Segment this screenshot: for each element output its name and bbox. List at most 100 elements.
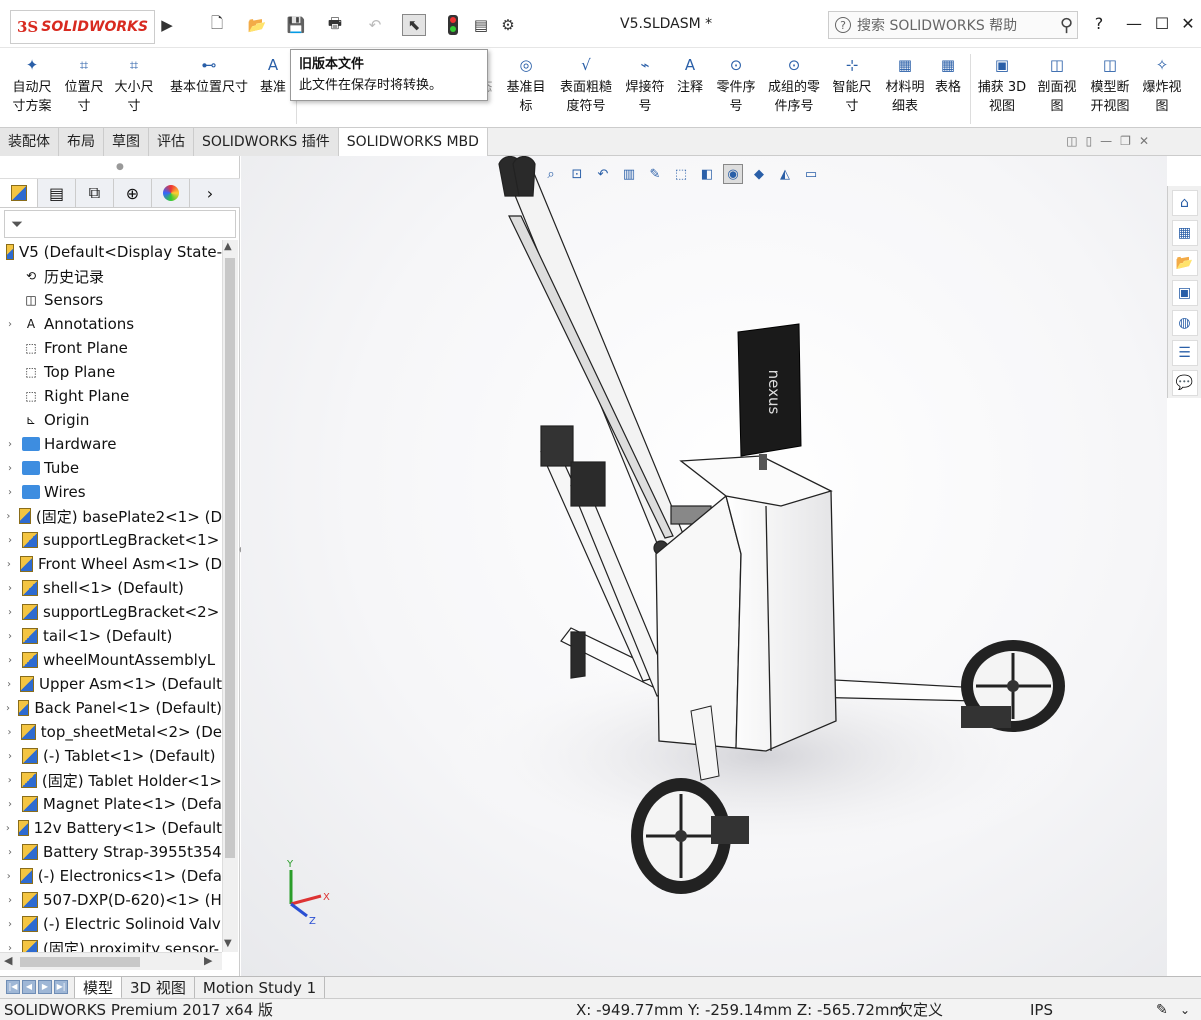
tree-item[interactable]: ⬚ Top Plane	[0, 360, 222, 384]
expand-arrow-icon[interactable]: ›	[4, 823, 12, 834]
tab-3d-views[interactable]: 3D 视图	[122, 977, 195, 999]
search-icon[interactable]: ⚲	[1060, 15, 1073, 36]
select-pointer-icon[interactable]: ⬉	[402, 14, 426, 36]
expand-arrow-icon[interactable]: ›	[4, 799, 16, 810]
weld-symbol-button[interactable]: ⌁ 焊接符号	[622, 54, 668, 124]
dimxpert-tab-icon[interactable]: ⊕	[114, 179, 152, 207]
solidworks-resources-home-icon[interactable]: ⌂	[1171, 190, 1198, 216]
tree-item[interactable]: › shell<1> (Default)	[0, 576, 222, 600]
first-tab-icon[interactable]: |◀	[6, 980, 20, 994]
expand-arrow-icon[interactable]: ›	[4, 919, 16, 930]
tree-item[interactable]: ◫ Sensors	[0, 288, 222, 312]
smart-dimension-button[interactable]: ⊹ 智能尺寸	[830, 54, 874, 124]
expand-arrow-icon[interactable]: ›	[4, 439, 16, 450]
tree-root-assembly[interactable]: V5 (Default<Display State-	[0, 240, 222, 264]
tree-item[interactable]: › Battery Strap-3955t354	[0, 840, 222, 864]
tab-addins[interactable]: SOLIDWORKS 插件	[194, 128, 339, 156]
expand-arrow-icon[interactable]: ›	[4, 703, 12, 714]
pane-tile-icon[interactable]: ▯	[1086, 134, 1093, 148]
pane-maximize-icon[interactable]: ❐	[1120, 134, 1131, 148]
exploded-view-button[interactable]: ✧ 爆炸视图	[1138, 54, 1186, 124]
tree-item[interactable]: › (-) Electric Solinoid Valv	[0, 912, 222, 936]
expand-arrow-icon[interactable]: ›	[4, 511, 13, 522]
save-icon[interactable]: 💾	[284, 14, 308, 36]
tables-button[interactable]: ▦ 表格	[932, 54, 964, 124]
display-manager-tab-icon[interactable]	[152, 179, 190, 207]
tree-item[interactable]: › Front Wheel Asm<1> (D	[0, 552, 222, 576]
tree-item[interactable]: › Back Panel<1> (Default)	[0, 696, 222, 720]
tree-item[interactable]: ⟲ 历史记录	[0, 264, 222, 288]
pane-minimize-icon[interactable]: —	[1100, 134, 1112, 148]
close-button[interactable]: ✕	[1176, 12, 1200, 36]
datum-target-button[interactable]: ◎ 基准目标	[503, 54, 549, 124]
property-manager-tab-icon[interactable]: ▤	[38, 179, 76, 207]
prev-tab-icon[interactable]: ◀	[22, 980, 36, 994]
tree-filter[interactable]: ⏷	[4, 210, 236, 238]
expand-arrow-icon[interactable]: ›	[4, 607, 16, 618]
expand-arrow-icon[interactable]: ›	[4, 487, 16, 498]
help-search-box[interactable]: ? 搜索 SOLIDWORKS 帮助 ⚲	[828, 11, 1078, 39]
new-document-icon[interactable]: 🗋	[206, 14, 228, 36]
design-library-icon[interactable]: ▦	[1171, 220, 1198, 246]
tree-item[interactable]: › top_sheetMetal<2> (De	[0, 720, 222, 744]
rebuild-status-icon[interactable]: ✎	[1156, 999, 1168, 1020]
tree-item[interactable]: › 12v Battery<1> (Default	[0, 816, 222, 840]
tree-item[interactable]: › (-) Tablet<1> (Default)	[0, 744, 222, 768]
tree-item[interactable]: ⊾ Origin	[0, 408, 222, 432]
options-gear-icon[interactable]: ⚙	[496, 14, 520, 36]
print-icon[interactable]: 🖶	[322, 14, 348, 36]
tree-item[interactable]: › Hardware	[0, 432, 222, 456]
undo-icon[interactable]: ↶	[362, 14, 388, 36]
unit-dropdown-chevron-icon[interactable]: ⌄	[1180, 999, 1190, 1020]
tab-model[interactable]: 模型	[75, 977, 123, 999]
tree-item[interactable]: › Upper Asm<1> (Default	[0, 672, 222, 696]
forum-icon[interactable]: 💬	[1171, 370, 1198, 396]
auto-dimension-scheme-button[interactable]: ✦ 自动尺 寸方案	[8, 54, 56, 124]
minimize-button[interactable]: —	[1122, 12, 1146, 36]
expand-arrow-icon[interactable]: ›	[4, 583, 16, 594]
configuration-manager-tab-icon[interactable]: ⧉	[76, 179, 114, 207]
custom-properties-icon[interactable]: ☰	[1171, 340, 1198, 366]
tree-item[interactable]: › (固定) basePlate2<1> (D	[0, 504, 222, 528]
horizontal-scroll-thumb[interactable]	[20, 957, 140, 967]
menu-expand-icon[interactable]: ▶	[160, 14, 174, 36]
tab-evaluate[interactable]: 评估	[149, 128, 194, 156]
expand-arrow-icon[interactable]: ›	[4, 463, 16, 474]
expand-arrow-icon[interactable]: ›	[4, 751, 16, 762]
solidworks-logo[interactable]: 3S SOLIDWORKS	[10, 10, 155, 44]
file-properties-icon[interactable]: ▤	[470, 14, 492, 36]
capture-3d-view-button[interactable]: ▣ 捕获 3D 视图	[974, 54, 1030, 124]
balloon-button[interactable]: ⊙ 零件序号	[713, 54, 759, 124]
tree-item[interactable]: › (固定) proximity sensor-	[0, 936, 222, 952]
last-tab-icon[interactable]: ▶|	[54, 980, 68, 994]
expand-arrow-icon[interactable]: ›	[4, 655, 16, 666]
tree-item[interactable]: › supportLegBracket<2>	[0, 600, 222, 624]
graphics-viewport[interactable]: ⌕ ⊡ ↶ ▥ ✎ ⬚ ◧ ◉ ◆ ◭ ▭ nexus Y X Z	[241, 156, 1167, 976]
tree-item[interactable]: › supportLegBracket<1>	[0, 528, 222, 552]
basic-location-dimension-button[interactable]: ⊷ 基本位置尺寸	[164, 54, 254, 124]
expand-arrow-icon[interactable]: ›	[4, 727, 15, 738]
tree-item[interactable]: › A Annotations	[0, 312, 222, 336]
tab-mbd[interactable]: SOLIDWORKS MBD	[338, 128, 488, 156]
view-palette-icon[interactable]: ▣	[1171, 280, 1198, 306]
section-view-button[interactable]: ◫ 剖面视图	[1034, 54, 1080, 124]
tab-motion-study[interactable]: Motion Study 1	[195, 977, 326, 999]
tab-assembly[interactable]: 装配体	[0, 128, 59, 156]
expand-arrow-icon[interactable]: ›	[4, 871, 14, 882]
expand-arrow-icon[interactable]: ›	[4, 631, 16, 642]
help-search-input[interactable]: 搜索 SOLIDWORKS 帮助	[857, 15, 1017, 35]
unit-system[interactable]: IPS	[1030, 999, 1053, 1020]
rebuild-traffic-light-icon[interactable]	[444, 14, 462, 36]
tab-layout[interactable]: 布局	[59, 128, 104, 156]
more-tabs-chevron-icon[interactable]: ›	[190, 179, 230, 207]
stacked-balloon-button[interactable]: ⊙ 成组的零 件序号	[763, 54, 825, 124]
next-tab-icon[interactable]: ▶	[38, 980, 52, 994]
panel-grip-icon[interactable]: ●	[116, 162, 124, 172]
tree-item[interactable]: ⬚ Front Plane	[0, 336, 222, 360]
expand-arrow-icon[interactable]: ›	[4, 559, 14, 570]
expand-arrow-icon[interactable]: ›	[4, 943, 16, 953]
tree-item[interactable]: › Wires	[0, 480, 222, 504]
scroll-left-arrow-icon[interactable]: ◀	[4, 954, 12, 967]
tree-item[interactable]: › tail<1> (Default)	[0, 624, 222, 648]
tree-item[interactable]: ⬚ Right Plane	[0, 384, 222, 408]
